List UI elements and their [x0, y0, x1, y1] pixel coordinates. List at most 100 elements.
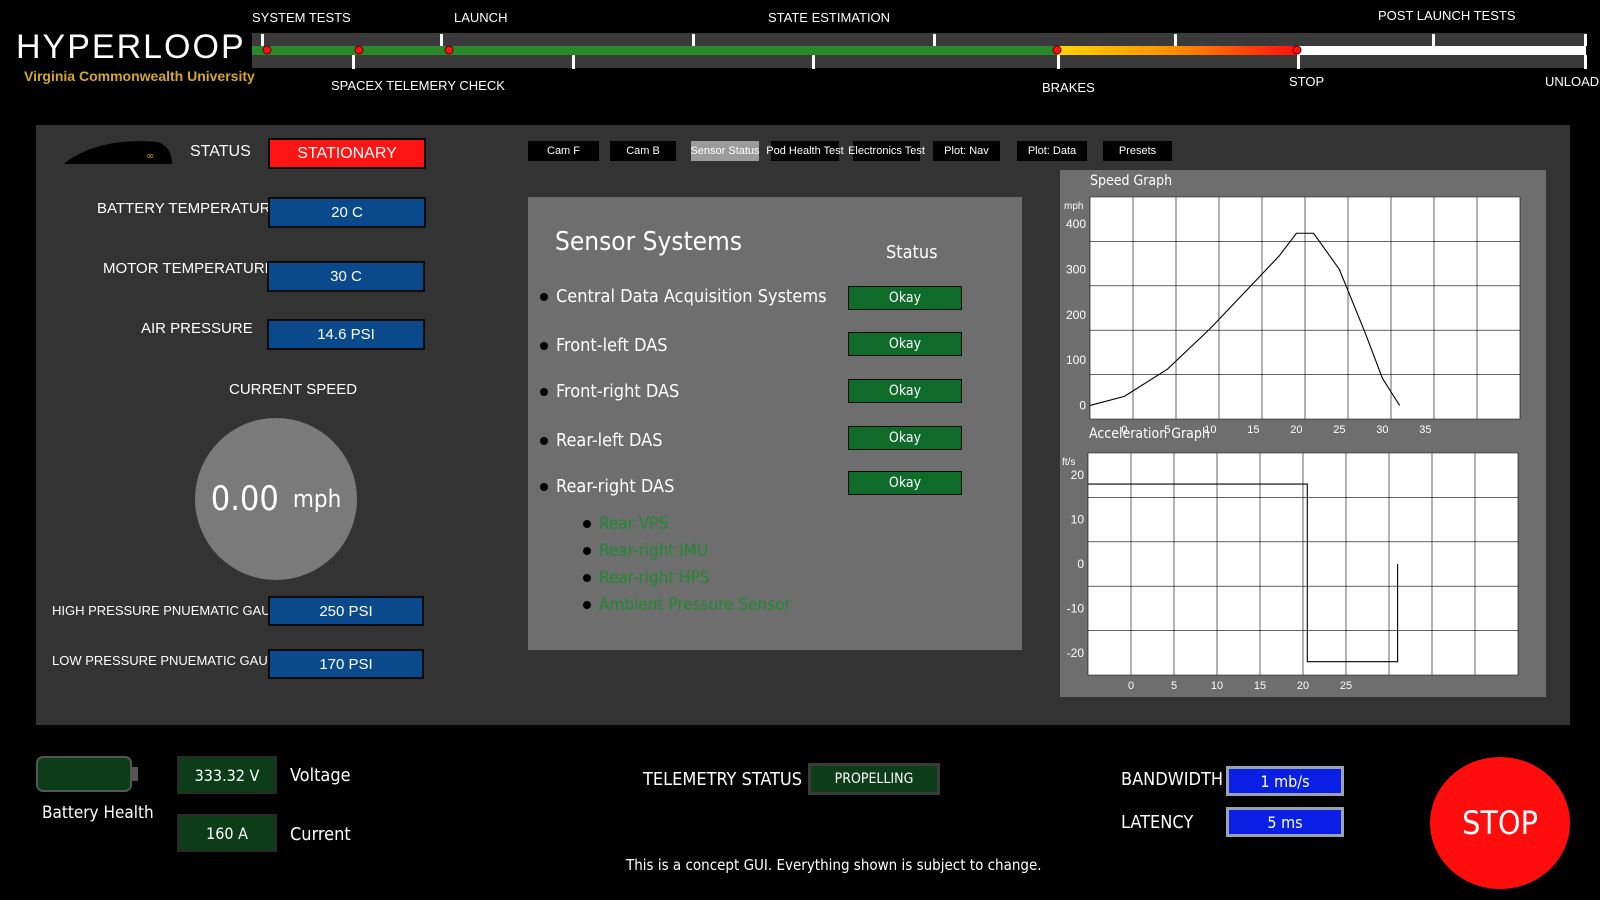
- acceleration-graph-x-tick-label: 10: [1211, 680, 1223, 692]
- acceleration-graph: 0 5 10 15 20 25 20 10 0 -10 -20 ft/s: [1062, 452, 1519, 692]
- timeline-label-spacex-check: SPACEX TELEMERY CHECK: [331, 78, 505, 93]
- lp-gauge-label: LOW PRESSURE PNUEMATIC GAUGE: [52, 653, 287, 668]
- speed-graph-x-tick-label: 20: [1290, 424, 1302, 436]
- speed-graph-x-tick-label: 30: [1376, 424, 1388, 436]
- timeline-marker: [262, 45, 272, 55]
- sensor-row: Rear-left DAS: [540, 430, 663, 451]
- telemetry-status-label: TELEMETRY STATUS: [643, 769, 803, 790]
- sensor-status-badge: Okay: [848, 379, 962, 403]
- sensor-systems-title: Sensor Systems: [555, 227, 743, 257]
- battery-temp-value: 20 C: [268, 197, 426, 228]
- speed-value: 0.00: [210, 479, 279, 519]
- tab-cam-f[interactable]: Cam F: [528, 141, 599, 161]
- voltage-value: 333.32 V: [177, 756, 277, 794]
- timeline-marker: [1292, 45, 1302, 55]
- acceleration-graph-y-tick-label: 10: [1071, 513, 1085, 527]
- speed-graph-y-tick-label: 300: [1066, 262, 1086, 276]
- bullet-icon: [540, 388, 548, 396]
- acceleration-graph-x-tick-label: 5: [1171, 680, 1177, 692]
- bullet-icon: [540, 293, 548, 301]
- acceleration-graph-y-tick-label: -20: [1067, 646, 1085, 660]
- latency-label: LATENCY: [1121, 812, 1194, 833]
- motor-temp-label: MOTOR TEMPERATURE: [103, 260, 275, 277]
- timeline-label-state-estimation: STATE ESTIMATION: [768, 10, 891, 25]
- bullet-icon: [540, 342, 548, 350]
- speed-graph-y-tick-label: 100: [1066, 353, 1086, 367]
- speed-graph-y-axis-label: mph: [1064, 201, 1083, 212]
- acceleration-graph-title: Acceleration Graph: [1089, 426, 1210, 442]
- subsystem-item: Rear VPS: [583, 514, 668, 534]
- subsystem-item: Rear-right HPS: [583, 568, 710, 588]
- status-badge: STATIONARY: [268, 138, 426, 169]
- hp-gauge-value: 250 PSI: [268, 596, 424, 626]
- speed-graph: 0 5 10 15 20 25 30 350100200300400mph: [1064, 196, 1521, 436]
- bullet-icon: [540, 437, 548, 445]
- tab-sensor-status[interactable]: Sensor Status: [690, 141, 760, 161]
- sensor-name: Central Data Acquisition Systems: [556, 286, 827, 307]
- bullet-icon: [583, 520, 591, 528]
- logo-title: HYPERLOOP: [16, 28, 246, 66]
- acceleration-graph-x-tick-label: 15: [1254, 680, 1266, 692]
- subsystem-item: Ambient Pressure Sensor: [583, 595, 791, 615]
- subsystem-item: Rear-right IMU: [583, 541, 708, 561]
- timeline-marker: [1052, 45, 1062, 55]
- sensor-status-badge: Okay: [848, 332, 962, 356]
- timeline-marker: [444, 45, 454, 55]
- acceleration-graph-x-tick-label: 20: [1297, 680, 1309, 692]
- speed-graph-x-tick-label: 25: [1333, 424, 1345, 436]
- voltage-label: Voltage: [290, 765, 351, 786]
- telemetry-status-value: PROPELLING: [808, 763, 940, 795]
- tab-presets[interactable]: Presets: [1103, 141, 1172, 161]
- timeline-label-post-launch-tests: POST LAUNCH TESTS: [1378, 8, 1516, 23]
- acceleration-graph-y-tick-label: 20: [1071, 468, 1085, 482]
- battery-health-label: Battery Health: [42, 803, 154, 823]
- sensor-status-badge: Okay: [848, 426, 962, 450]
- speed-graph-y-tick-label: 200: [1066, 308, 1086, 322]
- bandwidth-label: BANDWIDTH: [1121, 769, 1224, 790]
- subsystem-name: Rear-right IMU: [599, 541, 709, 561]
- sensor-row: Central Data Acquisition Systems: [540, 286, 827, 307]
- footer-note: This is a concept GUI. Everything shown …: [626, 856, 1042, 874]
- hp-gauge-label: HIGH PRESSURE PNUEMATIC GAUGE: [52, 603, 290, 618]
- sensor-systems-panel: Sensor Systems Status Central Data Acqui…: [528, 197, 1022, 650]
- svg-text:∞: ∞: [146, 151, 154, 162]
- tab-pod-health-test[interactable]: Pod Health Test: [766, 141, 844, 161]
- sensor-status-badge: Okay: [848, 286, 962, 310]
- tab-cam-b[interactable]: Cam B: [610, 141, 676, 161]
- current-value: 160 A: [177, 814, 277, 852]
- subsystem-name: Ambient Pressure Sensor: [599, 595, 791, 615]
- sensor-row: Front-left DAS: [540, 335, 667, 356]
- speed-unit: mph: [292, 485, 342, 513]
- sensor-name: Rear-left DAS: [556, 430, 663, 451]
- sensor-status-badge: Okay: [848, 471, 962, 495]
- timeline-label-system-tests: SYSTEM TESTS: [252, 10, 351, 25]
- battery-icon: [36, 756, 138, 792]
- tab-electronics-test[interactable]: Electronics Test: [848, 141, 925, 161]
- acceleration-graph-y-tick-label: 0: [1077, 557, 1084, 571]
- sensor-name: Front-right DAS: [556, 381, 680, 402]
- air-pressure-value: 14.6 PSI: [267, 319, 425, 350]
- current-speed-label: CURRENT SPEED: [229, 381, 358, 398]
- timeline-marker: [354, 45, 364, 55]
- timeline-label-launch: LAUNCH: [454, 10, 508, 25]
- logo-subtitle: Virginia Commonwealth University: [24, 68, 255, 84]
- bullet-icon: [583, 601, 591, 609]
- tab-plot-data[interactable]: Plot: Data: [1017, 141, 1087, 161]
- battery-temp-label: BATTERY TEMPERATURE: [97, 200, 281, 217]
- latency-value: 5 ms: [1226, 807, 1344, 837]
- bullet-icon: [583, 574, 591, 582]
- tab-plot-nav[interactable]: Plot: Nav: [933, 141, 1000, 161]
- stop-button[interactable]: STOP: [1430, 757, 1570, 889]
- graphs-panel: Speed Graph 0 5 10 15 20 25 30 35 0 100 200 300 400 m…: [1060, 170, 1546, 697]
- lp-gauge-value: 170 PSI: [268, 649, 424, 679]
- motor-temp-value: 30 C: [267, 261, 425, 292]
- sensor-name: Rear-right DAS: [556, 476, 675, 497]
- bullet-icon: [540, 483, 548, 491]
- timeline-label-unload: UNLOAD: [1545, 74, 1600, 89]
- acceleration-graph-y-axis-label: ft/s: [1062, 457, 1075, 468]
- speed-graph-y-tick-label: 400: [1066, 217, 1086, 231]
- speed-graph-x-tick-label: 35: [1419, 424, 1431, 436]
- speed-graph-y-tick-label: 0: [1079, 398, 1086, 412]
- sensor-row: Rear-right DAS: [540, 476, 674, 497]
- sensor-status-header: Status: [886, 242, 938, 263]
